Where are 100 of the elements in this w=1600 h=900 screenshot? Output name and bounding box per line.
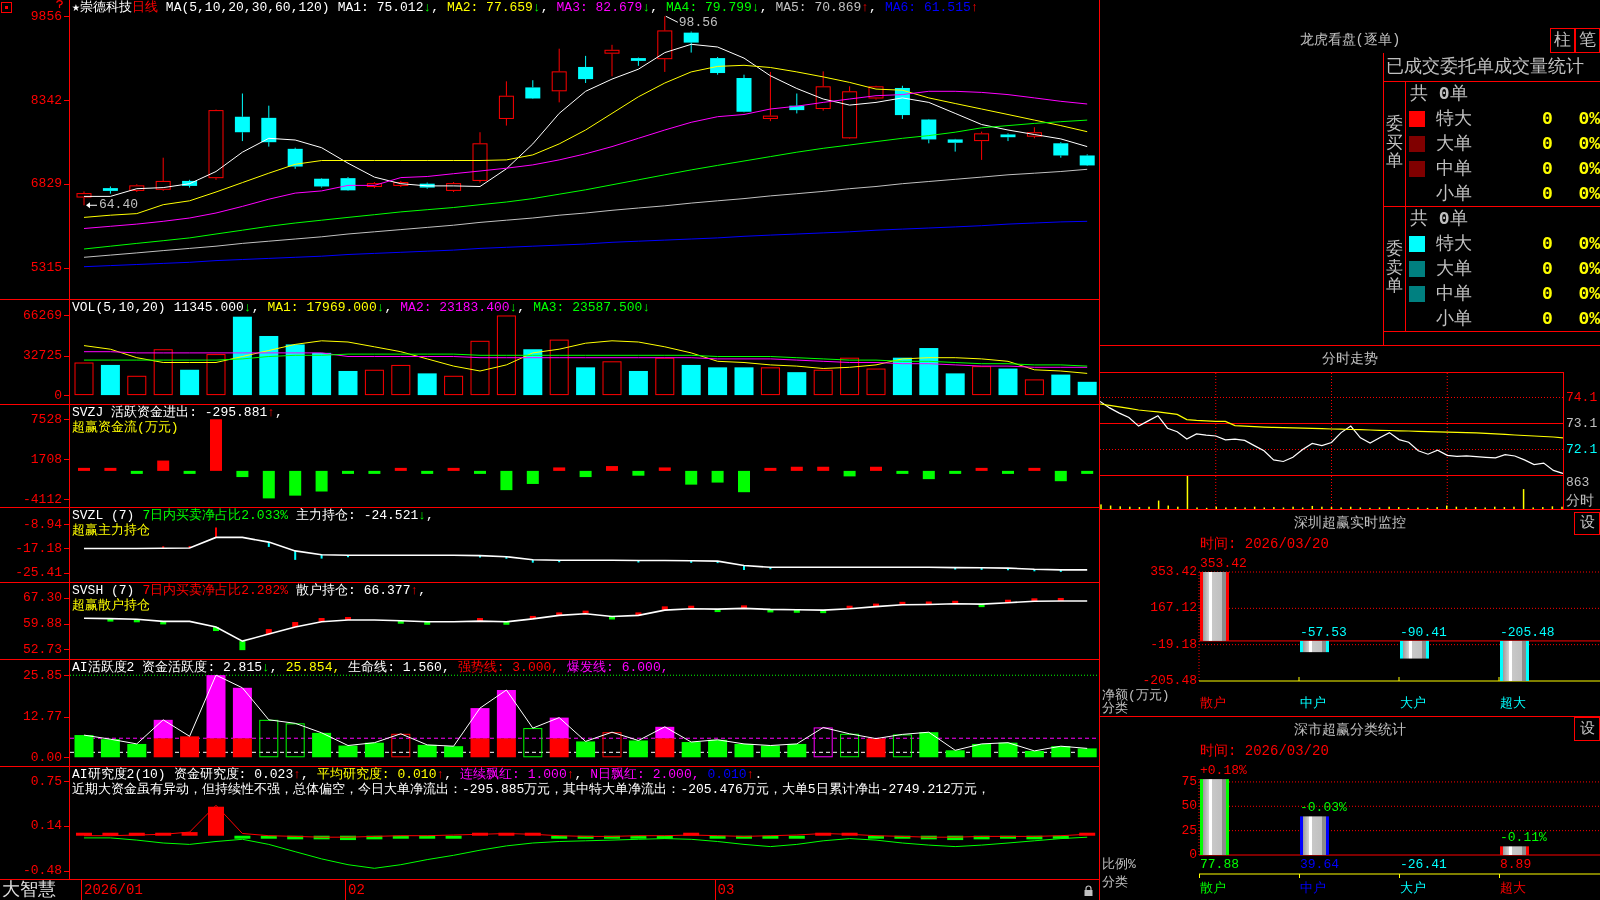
axis-label: -205.48 xyxy=(1141,674,1197,688)
axis-label: -8.94 xyxy=(23,516,62,532)
axis-label: 0.00 xyxy=(30,749,62,765)
indicator-reading: 活跃资金进出: -295.881 xyxy=(111,405,268,420)
order-percent: 0% xyxy=(1577,258,1600,279)
change-label: -0.11% xyxy=(1500,831,1547,846)
indicator-name: VOL(5,10,20) xyxy=(72,300,166,315)
stock-name: ★崇德科技 xyxy=(72,0,132,15)
chart-timestamp: 时间: 2026/03/20 xyxy=(1200,743,1329,759)
axis-title: 分时 xyxy=(1566,493,1595,509)
axis-label: 59.88 xyxy=(23,616,62,632)
indicator-reading: MA3: 82.679 xyxy=(556,0,643,15)
order-size-label: 大单 xyxy=(1436,258,1473,279)
category-label: 超大 xyxy=(1500,697,1526,711)
axis-label: 353.42 xyxy=(1149,565,1197,579)
order-count: 0 xyxy=(1542,233,1554,254)
bar-value-label: -205.48 xyxy=(1500,625,1555,640)
bar-value-label: -90.41 xyxy=(1400,625,1447,640)
axis-label: 72.1 xyxy=(1566,442,1598,457)
axis-label: 50 xyxy=(1180,799,1197,814)
axis-label: 73.1 xyxy=(1566,416,1598,431)
order-size-label: 大单 xyxy=(1436,133,1473,154)
order-total: 共 0单 xyxy=(1410,209,1468,229)
axis-label: -17.18 xyxy=(15,540,62,556)
trend-arrow: ↑. xyxy=(746,767,763,782)
order-count: 0 xyxy=(1542,158,1554,179)
chart-title: 分时走势 xyxy=(1322,351,1378,367)
change-label: +0.18% xyxy=(1200,764,1247,779)
trend-arrow: ↓, xyxy=(243,300,260,315)
indicator-reading: MA6: 61.515 xyxy=(884,0,971,15)
indicator-reading: 强势线: 3.000, xyxy=(457,660,560,675)
order-percent: 0% xyxy=(1577,283,1600,304)
indicator-reading: 11345.000 xyxy=(173,300,244,315)
axis-label: 25 xyxy=(1180,823,1197,838)
axis-label: 52.73 xyxy=(23,641,62,657)
axis-label: 67.30 xyxy=(23,590,62,606)
axis-label: 5315 xyxy=(30,260,62,275)
axis-label: -25.41 xyxy=(15,565,62,581)
indicator-reading: MA5: 70.869 xyxy=(775,0,862,15)
order-size-label: 中单 xyxy=(1436,283,1473,304)
trend-arrow: ↑, xyxy=(861,0,877,15)
axis-label: 66269 xyxy=(23,307,62,323)
order-size-label: 小单 xyxy=(1436,183,1473,204)
trend-arrow: ↓, xyxy=(751,0,768,15)
category-label: 中户 xyxy=(1300,882,1326,896)
date-label: 03 xyxy=(714,880,735,900)
order-count: 0 xyxy=(1542,308,1554,329)
indicator-reading: 0.010 xyxy=(707,767,747,782)
y-axis-title: 比例% xyxy=(1102,858,1136,872)
indicator-reading: MA1: 75.012 xyxy=(337,0,424,15)
indicator-reading: 主力持仓: -24.521 xyxy=(296,508,419,523)
bar-value-label: -57.53 xyxy=(1300,625,1347,640)
indicator-reading: N日飘红: 2.000, xyxy=(590,767,700,782)
group-label: 委买单 xyxy=(1386,115,1403,173)
axis-label: 32725 xyxy=(23,348,62,364)
order-percent: 0% xyxy=(1577,108,1600,129)
trend-arrow: ↑ xyxy=(970,0,979,15)
x-axis-title: 分类 xyxy=(1102,876,1128,890)
bar-value-label: 77.88 xyxy=(1200,858,1239,872)
trend-arrow: ↓, xyxy=(532,0,549,15)
indicator-reading: 资金研究度: 0.023 xyxy=(173,767,294,782)
indicator-reading: MA1: 17969.000 xyxy=(267,300,377,315)
indicator-reading: 生命线: 1.560, xyxy=(348,660,450,675)
indicator-reading: 平均研究度: 0.010 xyxy=(316,767,437,782)
order-size-label: 小单 xyxy=(1436,308,1473,329)
high-price-label: 98.56 xyxy=(678,16,718,31)
panel-title: 龙虎看盘(逐单) xyxy=(1299,32,1401,48)
bar-value-label: 8.89 xyxy=(1500,858,1532,872)
trend-arrow: ↓, xyxy=(418,508,434,523)
order-count: 0 xyxy=(1542,258,1554,279)
bar-value-label: -26.41 xyxy=(1400,858,1447,872)
indicator-reading: MA2: 77.659 xyxy=(447,0,533,15)
indicator-name: AI研究度2(10) xyxy=(72,767,166,782)
bar-value-label: 353.42 xyxy=(1200,557,1247,571)
order-percent: 0% xyxy=(1577,233,1600,254)
axis-label: 863 xyxy=(1566,475,1591,490)
indicator-name: SVZJ xyxy=(72,405,104,420)
trend-arrow: ↓ xyxy=(642,300,651,315)
analysis-note: 近期大资金虽有异动，但持续性不强，总体偏空，今日大单净流出：-295.885万元，其中特大单净流出：-205.476万元，大单5日累计净出-2749.212万元， xyxy=(72,782,990,797)
bar-value-label: 39.64 xyxy=(1300,858,1339,872)
brand-logo-text: 大智慧 xyxy=(2,880,56,900)
indicator-subtitle: 超赢资金流(万元) xyxy=(72,420,179,435)
trend-arrow: ↓, xyxy=(642,0,658,15)
trend-arrow: ↑, xyxy=(267,405,283,420)
indicator-reading: 25.854, xyxy=(285,660,341,675)
trend-arrow: ↓, xyxy=(376,300,393,315)
order-size-label: 中单 xyxy=(1436,158,1473,179)
axis-label: 7528 xyxy=(30,411,62,427)
axis-label: 0 xyxy=(54,387,62,403)
axis-label: 0.14 xyxy=(30,818,62,834)
indicator-reading: MA2: 23183.400 xyxy=(400,300,510,315)
axis-label: -19.18 xyxy=(1149,637,1197,652)
trend-arrow: ↓, xyxy=(423,0,440,15)
order-size-label: 特大 xyxy=(1436,108,1473,129)
order-total: 共 0单 xyxy=(1410,84,1468,104)
trend-arrow: ↓, xyxy=(262,660,278,675)
category-label: 超大 xyxy=(1500,882,1526,896)
trend-arrow: ↑, xyxy=(566,767,583,782)
period-label: 日线 xyxy=(131,0,158,15)
indicator-name: SVZL (7) xyxy=(72,508,135,523)
